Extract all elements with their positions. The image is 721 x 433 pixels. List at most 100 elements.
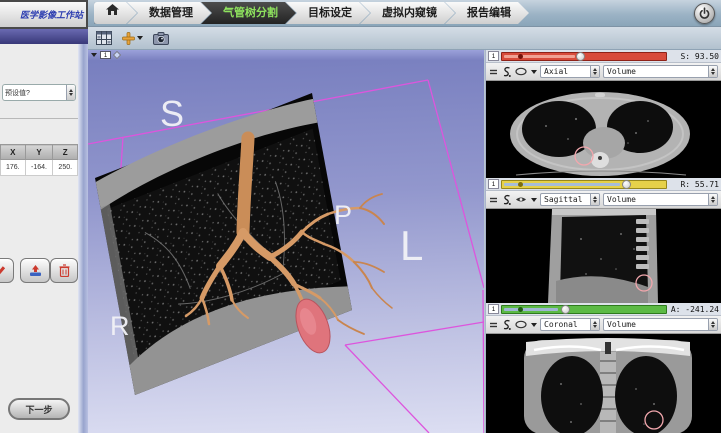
coronal-slice-position: A: -241.24 bbox=[669, 305, 719, 314]
stepper-icon[interactable] bbox=[708, 319, 717, 330]
app-window: 医学影像工作站 数据管理 气管树分割 目标设定 虚拟内窥镜 报告编辑 bbox=[0, 0, 721, 433]
sagittal-ct-image bbox=[486, 209, 721, 303]
slider-marker bbox=[518, 54, 523, 59]
coronal-control-row: Coronal Volume bbox=[486, 316, 721, 334]
link-icon[interactable] bbox=[489, 321, 498, 329]
view-counter[interactable]: 1 bbox=[100, 51, 111, 59]
axial-slice-slider[interactable] bbox=[501, 52, 667, 61]
axial-control-row: Axial Volume bbox=[486, 63, 721, 81]
coordinates-header-row: X Y Z bbox=[1, 145, 78, 160]
orientation-label-right: R bbox=[110, 311, 130, 341]
caret-down-icon[interactable] bbox=[137, 36, 143, 40]
divider bbox=[0, 118, 78, 119]
view-counter[interactable]: 1 bbox=[488, 179, 499, 189]
axial-orientation-select[interactable]: Axial bbox=[540, 65, 600, 78]
add-annotation-icon bbox=[122, 32, 135, 45]
preset-dropdown[interactable]: 预设值? bbox=[2, 84, 76, 101]
left-sidebar: 预设值? X Y Z 176. -164. 250. bbox=[0, 44, 78, 433]
orientation-value: Sagittal bbox=[541, 195, 590, 204]
slider-handle[interactable] bbox=[561, 305, 570, 314]
stepper-icon[interactable] bbox=[590, 319, 599, 330]
pencil-icon bbox=[0, 265, 5, 277]
visibility-icon[interactable] bbox=[515, 320, 528, 329]
stepper-icon[interactable] bbox=[708, 66, 717, 77]
3d-viewport[interactable]: S P L R 1 bbox=[88, 50, 484, 433]
slider-marker bbox=[518, 307, 523, 312]
tab-label: 数据管理 bbox=[149, 7, 193, 19]
layout-button[interactable] bbox=[96, 31, 112, 45]
stepper-icon[interactable] bbox=[66, 85, 75, 100]
caret-down-icon[interactable] bbox=[531, 198, 537, 202]
view-counter[interactable]: 1 bbox=[488, 304, 499, 314]
sidebar-header-strip bbox=[0, 29, 88, 44]
slider-handle[interactable] bbox=[576, 52, 585, 61]
coronal-ct-image bbox=[486, 334, 721, 433]
stepper-icon[interactable] bbox=[708, 194, 717, 205]
coronal-image-view[interactable] bbox=[486, 334, 721, 433]
slider-track bbox=[504, 308, 558, 311]
capture-seed-button[interactable] bbox=[20, 258, 50, 283]
caret-down-icon[interactable] bbox=[91, 53, 97, 57]
coronal-layer-select[interactable]: Volume bbox=[603, 318, 718, 331]
caret-down-icon[interactable] bbox=[531, 323, 537, 327]
app-title-plate: 医学影像工作站 bbox=[0, 0, 88, 29]
sagittal-orientation-select[interactable]: Sagittal bbox=[540, 193, 600, 206]
layer-value: Volume bbox=[604, 67, 708, 76]
orientation-value: Coronal bbox=[541, 320, 590, 329]
capture-icon bbox=[29, 264, 42, 277]
annotate-icon[interactable] bbox=[501, 319, 512, 331]
sagittal-layer-select[interactable]: Volume bbox=[603, 193, 718, 206]
col-z: Z bbox=[53, 145, 78, 160]
stepper-icon[interactable] bbox=[590, 194, 599, 205]
home-icon bbox=[106, 4, 119, 16]
cell-x: 176. bbox=[1, 160, 26, 176]
tab-airway-segmentation[interactable]: 气管树分割 bbox=[201, 2, 296, 24]
tab-label: 报告编辑 bbox=[467, 7, 511, 19]
power-icon bbox=[698, 7, 711, 20]
sagittal-control-row: Sagittal Volume bbox=[486, 191, 721, 209]
col-y: Y bbox=[25, 145, 53, 160]
annotate-icon[interactable] bbox=[501, 66, 512, 78]
2d-views-panel: 1 S: 93.50 bbox=[485, 50, 721, 433]
annotate-icon[interactable] bbox=[501, 194, 512, 206]
view-counter[interactable]: 1 bbox=[488, 51, 499, 61]
layout-grid-icon bbox=[96, 31, 112, 45]
link-icon[interactable] bbox=[489, 68, 498, 76]
axial-image-view[interactable] bbox=[486, 81, 721, 178]
axial-slice-slider-row: 1 S: 93.50 bbox=[486, 50, 721, 63]
add-annotation-button[interactable] bbox=[122, 32, 143, 45]
link-icon[interactable] bbox=[489, 196, 498, 204]
3d-scene[interactable]: S P L R bbox=[88, 50, 484, 433]
visibility-icon[interactable] bbox=[515, 67, 528, 76]
layer-value: Volume bbox=[604, 320, 708, 329]
panel-splitter[interactable] bbox=[78, 44, 88, 433]
cell-z: 250. bbox=[53, 160, 78, 176]
orientation-label-posterior: P bbox=[334, 200, 352, 230]
tab-virtual-endoscopy[interactable]: 虚拟内窥镜 bbox=[360, 2, 455, 24]
slider-track bbox=[504, 55, 575, 58]
slider-handle[interactable] bbox=[622, 180, 631, 189]
eye-icon[interactable] bbox=[515, 195, 528, 204]
sagittal-slice-position: R: 55.71 bbox=[669, 180, 719, 189]
snapshot-button[interactable] bbox=[153, 32, 169, 45]
delete-seed-button[interactable] bbox=[50, 258, 78, 283]
tab-target-setting[interactable]: 目标设定 bbox=[286, 2, 370, 24]
layer-value: Volume bbox=[604, 195, 708, 204]
sagittal-image-view[interactable] bbox=[486, 209, 721, 303]
cell-y: -164. bbox=[25, 160, 53, 176]
tab-report-editing[interactable]: 报告编辑 bbox=[445, 2, 529, 24]
power-button[interactable] bbox=[694, 3, 715, 24]
tab-label: 虚拟内窥镜 bbox=[382, 7, 437, 19]
next-step-button[interactable]: 下一步 bbox=[8, 398, 70, 420]
table-row[interactable]: 176. -164. 250. bbox=[1, 160, 78, 176]
axial-layer-select[interactable]: Volume bbox=[603, 65, 718, 78]
diamond-marker-icon[interactable] bbox=[113, 51, 121, 59]
stepper-icon[interactable] bbox=[590, 66, 599, 77]
sagittal-slice-slider[interactable] bbox=[501, 180, 667, 189]
edit-seed-button[interactable] bbox=[0, 258, 14, 283]
tab-data-management[interactable]: 数据管理 bbox=[127, 2, 211, 24]
caret-down-icon[interactable] bbox=[531, 70, 537, 74]
coronal-slice-slider[interactable] bbox=[501, 305, 667, 314]
coronal-orientation-select[interactable]: Coronal bbox=[540, 318, 600, 331]
slider-marker bbox=[518, 182, 523, 187]
